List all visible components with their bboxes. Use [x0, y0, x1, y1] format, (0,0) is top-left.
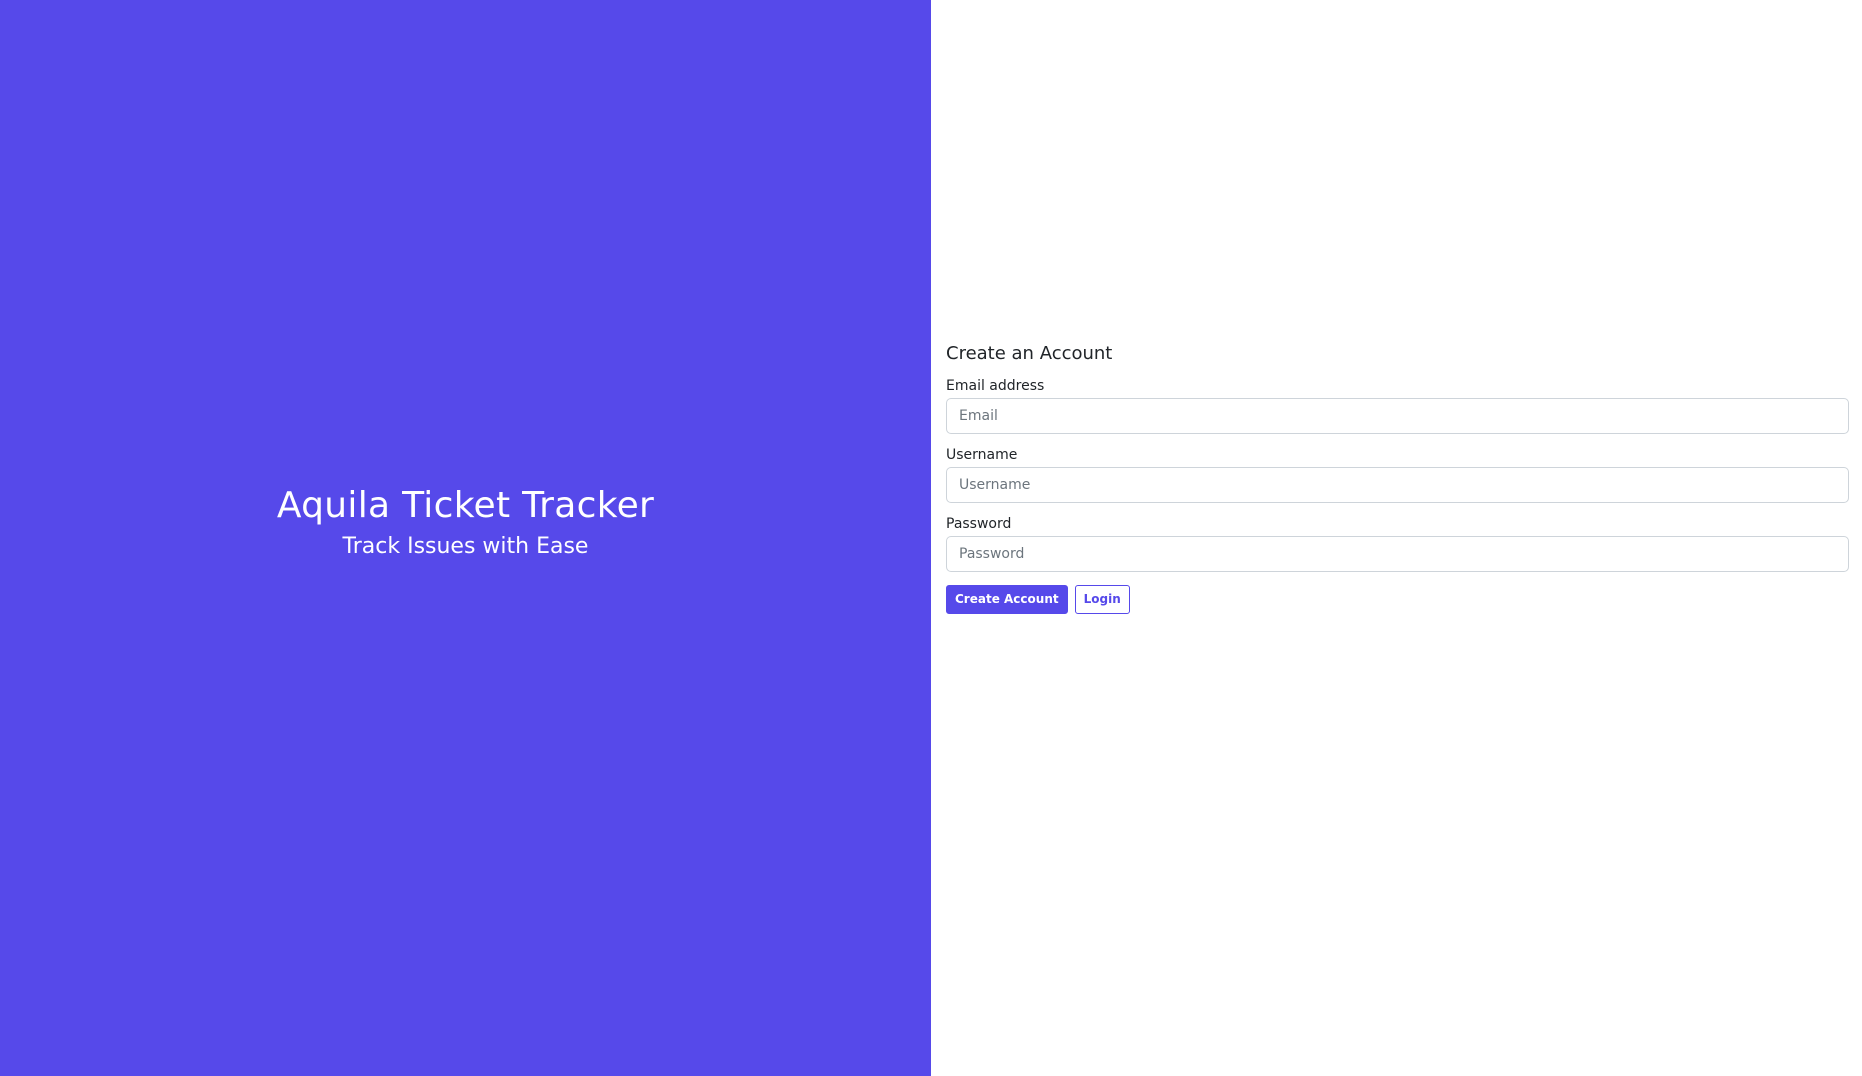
email-input[interactable] — [946, 397, 1849, 434]
username-label: Username — [946, 446, 1018, 463]
signup-form-panel: Create an Account Email address Username… — [931, 0, 1862, 1076]
password-label: Password — [946, 515, 1012, 532]
form-actions: Create Account Login — [946, 584, 1856, 614]
password-input[interactable] — [946, 535, 1849, 572]
form-heading: Create an Account — [946, 342, 1113, 364]
username-input[interactable] — [946, 466, 1849, 503]
app-tagline: Track Issues with Ease — [342, 534, 589, 560]
login-button[interactable]: Login — [1074, 584, 1130, 614]
app-title: Aquila Ticket Tracker — [276, 485, 655, 527]
create-account-button[interactable]: Create Account — [946, 584, 1068, 614]
brand-panel: Aquila Ticket Tracker Track Issues with … — [0, 0, 931, 1076]
signup-form: Create an Account Email address Username… — [946, 343, 1856, 614]
email-label: Email address — [946, 377, 1045, 394]
signup-page: Aquila Ticket Tracker Track Issues with … — [0, 0, 1862, 1076]
